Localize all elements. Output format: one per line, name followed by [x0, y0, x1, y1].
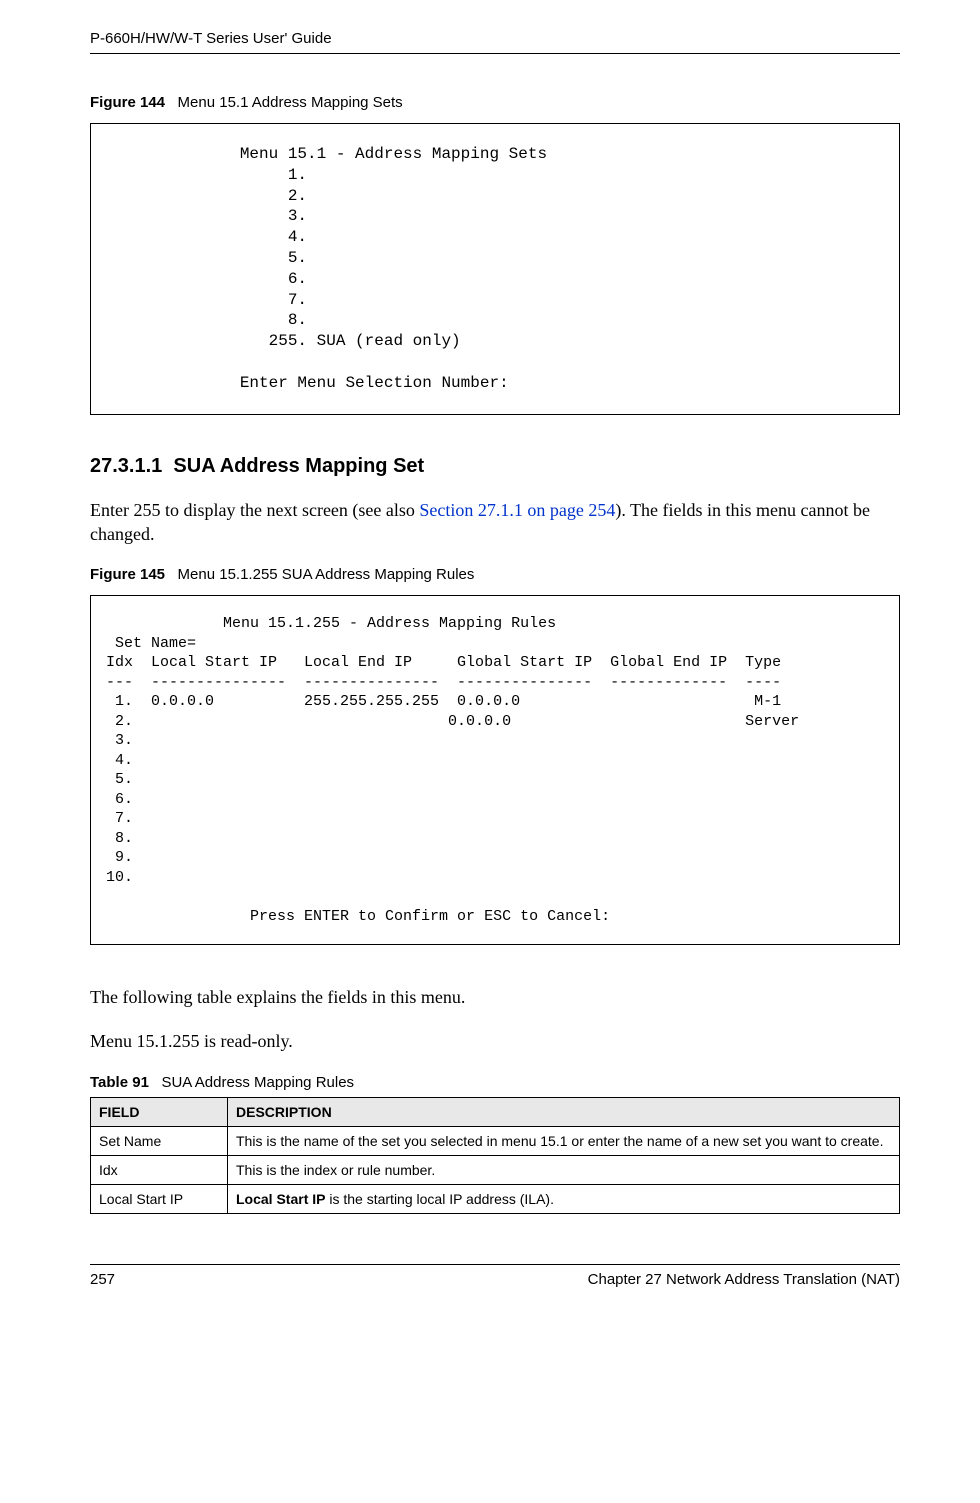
- figure-144-label: Figure 144: [90, 94, 165, 111]
- table-91: FIELD DESCRIPTION Set Name This is the n…: [90, 1097, 900, 1214]
- page-number: 257: [90, 1271, 115, 1288]
- figure-145-caption: Figure 145 Menu 15.1.255 SUA Address Map…: [90, 566, 900, 583]
- col-desc-header: DESCRIPTION: [228, 1097, 900, 1126]
- after-code-p1: The following table explains the fields …: [90, 985, 900, 1009]
- section-paragraph: Enter 255 to display the next screen (se…: [90, 498, 900, 547]
- section-heading: 27.3.1.1 SUA Address Mapping Set: [90, 455, 900, 478]
- cell-field: Set Name: [91, 1126, 228, 1155]
- table-91-title: SUA Address Mapping Rules: [161, 1074, 354, 1091]
- table-header-row: FIELD DESCRIPTION: [91, 1097, 900, 1126]
- figure-144-code: Menu 15.1 - Address Mapping Sets 1. 2. 3…: [90, 123, 900, 415]
- section-para-prefix: Enter 255 to display the next screen (se…: [90, 500, 419, 520]
- cell-desc-rest: is the starting local IP address (ILA).: [325, 1191, 554, 1207]
- table-91-caption: Table 91 SUA Address Mapping Rules: [90, 1074, 900, 1091]
- table-row: Local Start IP Local Start IP is the sta…: [91, 1184, 900, 1213]
- figure-145-label: Figure 145: [90, 566, 165, 583]
- after-code-p2: Menu 15.1.255 is read-only.: [90, 1029, 900, 1053]
- table-91-label: Table 91: [90, 1074, 149, 1091]
- section-para-xref: Section 27.1.1 on page 254: [419, 500, 615, 520]
- cell-desc: Local Start IP is the starting local IP …: [228, 1184, 900, 1213]
- page-container: P-660H/HW/W-T Series User' Guide Figure …: [0, 0, 980, 1338]
- cell-desc: This is the name of the set you selected…: [228, 1126, 900, 1155]
- col-field-header: FIELD: [91, 1097, 228, 1126]
- figure-144-title: Menu 15.1 Address Mapping Sets: [178, 94, 403, 111]
- table-row: Idx This is the index or rule number.: [91, 1155, 900, 1184]
- section-title: SUA Address Mapping Set: [173, 455, 424, 477]
- cell-field: Local Start IP: [91, 1184, 228, 1213]
- section-number: 27.3.1.1: [90, 455, 162, 477]
- cell-desc: This is the index or rule number.: [228, 1155, 900, 1184]
- cell-field: Idx: [91, 1155, 228, 1184]
- figure-144-caption: Figure 144 Menu 15.1 Address Mapping Set…: [90, 94, 900, 111]
- chapter-label: Chapter 27 Network Address Translation (…: [588, 1271, 900, 1288]
- figure-145-code: Menu 15.1.255 - Address Mapping Rules Se…: [90, 595, 900, 945]
- page-footer: 257 Chapter 27 Network Address Translati…: [90, 1264, 900, 1288]
- figure-145-title: Menu 15.1.255 SUA Address Mapping Rules: [178, 566, 475, 583]
- running-header: P-660H/HW/W-T Series User' Guide: [90, 30, 900, 54]
- table-row: Set Name This is the name of the set you…: [91, 1126, 900, 1155]
- cell-desc-bold: Local Start IP: [236, 1191, 325, 1207]
